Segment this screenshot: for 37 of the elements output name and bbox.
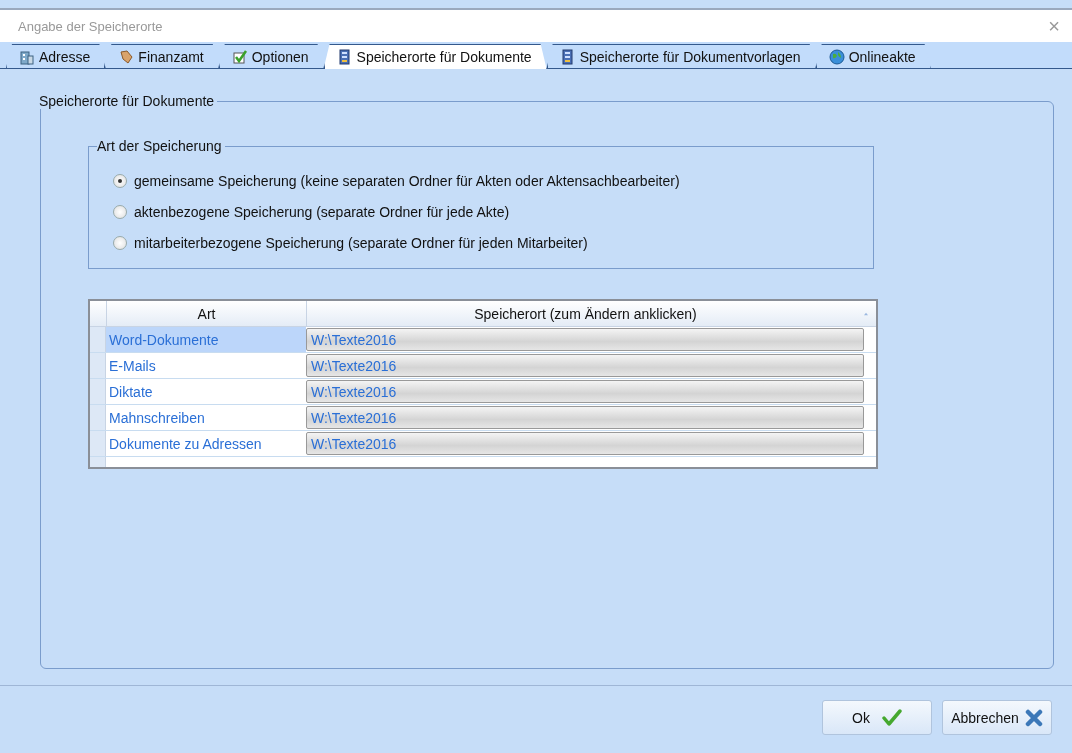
path-button[interactable]: W:\Texte2016	[306, 406, 864, 429]
tab[interactable]: Speicherorte für Dokumentvorlagen	[546, 44, 816, 68]
tab[interactable]: Speicherorte für Dokumente	[323, 44, 547, 69]
checkmark-icon	[881, 708, 902, 727]
row-header[interactable]	[90, 379, 106, 404]
row-header[interactable]	[90, 327, 106, 352]
tab[interactable]: Onlineakte	[815, 44, 931, 68]
server-icon	[559, 48, 576, 65]
table-cell[interactable]: E-Mails	[106, 353, 306, 378]
path-button[interactable]: W:\Texte2016	[306, 328, 864, 351]
radio-option[interactable]: mitarbeiterbezogene Speicherung (separate Ordner für jeden Mitarbeiter)	[113, 227, 588, 258]
table-cell[interactable]: Mahnschreiben	[106, 405, 306, 430]
tab[interactable]: Adresse	[6, 44, 106, 68]
tab[interactable]: Optionen	[218, 44, 324, 68]
radio-option[interactable]: aktenbezogene Speicherung (separate Ordner für jede Akte)	[113, 196, 510, 227]
ok-button[interactable]: Ok	[822, 700, 932, 735]
checkmark-icon	[231, 48, 248, 65]
globe-icon	[828, 48, 845, 65]
radio-option[interactable]: gemeinsame Speicherung (keine separaten Ordner für Akten oder Aktensachbearbeiter)	[113, 165, 680, 196]
row-header[interactable]	[90, 353, 106, 378]
group-title: Art der Speicherung	[97, 138, 225, 154]
group-title: Speicherorte für Dokumente	[39, 93, 218, 109]
column-header[interactable]: Art	[106, 301, 306, 326]
row-header[interactable]	[90, 405, 106, 430]
table-cell[interactable]: Dokumente zu Adressen	[106, 431, 306, 456]
close-icon	[1024, 708, 1043, 727]
path-button[interactable]: W:\Texte2016	[306, 354, 864, 377]
path-button[interactable]: W:\Texte2016	[306, 432, 864, 455]
tab[interactable]: Finanzamt	[105, 44, 219, 68]
cancel-button[interactable]: Abbrechen	[942, 700, 1052, 735]
window-title: Angabe der Speicherorte	[18, 18, 163, 34]
path-button[interactable]: W:\Texte2016	[306, 380, 864, 403]
server-icon	[336, 49, 353, 65]
row-header[interactable]	[90, 431, 106, 456]
column-header[interactable]: Speicherort (zum Ändern anklicken)	[306, 301, 864, 326]
building-icon	[19, 48, 35, 65]
table-cell[interactable]: Diktate	[106, 379, 306, 404]
